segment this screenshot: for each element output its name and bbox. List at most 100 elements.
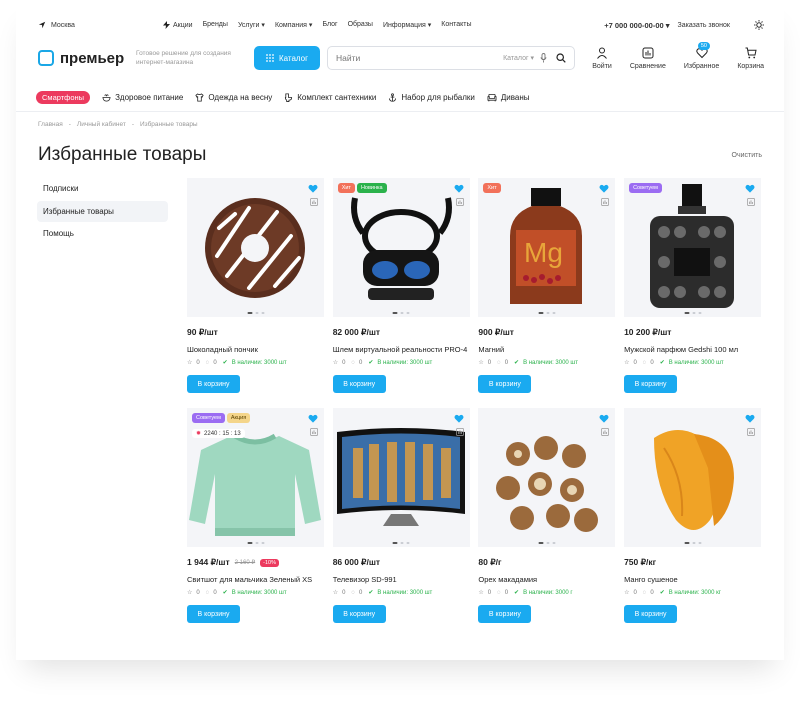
compare-bars-icon[interactable] [455, 198, 464, 206]
rating-star-icon: ☆ [332, 360, 339, 366]
favorite-heart-icon[interactable] [454, 184, 464, 193]
review-count: 0 [650, 589, 654, 596]
top-nav-company[interactable]: Компания ▾ [275, 21, 313, 29]
product-image[interactable] [624, 408, 762, 547]
product-name[interactable]: Орех макадамия [478, 575, 615, 584]
product-image[interactable]: Mg Хит [478, 178, 616, 317]
image-pagination[interactable] [247, 312, 264, 314]
phone-number[interactable]: +7 000 000-00-00 ▾ [604, 21, 669, 30]
product-card: Советуем 10 200 ₽/шт Мужской парфюм Geds… [624, 178, 762, 393]
quick-link-healthy-food[interactable]: Здоровое питание [102, 93, 183, 102]
breadcrumb-separator: - [68, 121, 71, 128]
add-to-cart-button[interactable]: В корзину [187, 605, 240, 623]
add-to-cart-button[interactable]: В корзину [332, 605, 386, 623]
quick-link-smartphones[interactable]: Смартфоны [36, 90, 91, 104]
quick-link-fishing[interactable]: Набор для рыбалки [388, 93, 475, 102]
favorite-heart-icon[interactable] [745, 184, 755, 193]
city-selector[interactable]: Москва [38, 21, 163, 29]
product-name[interactable]: Телевизор SD-991 [333, 575, 470, 584]
favorite-heart-icon[interactable] [308, 184, 318, 193]
compare-button[interactable]: Сравнение [630, 47, 666, 70]
favorite-heart-icon[interactable] [308, 414, 318, 423]
logo[interactable]: премьер [38, 50, 136, 67]
compare-bars-icon[interactable] [747, 428, 756, 436]
add-to-cart-button[interactable]: В корзину [187, 375, 240, 393]
breadcrumb-current: Избранные товары [140, 121, 198, 128]
top-nav-services[interactable]: Услуги ▾ [238, 21, 265, 29]
product-name[interactable]: Шлем виртуальной реальности PRO-4 [333, 345, 470, 354]
add-to-cart-button[interactable]: В корзину [332, 375, 386, 393]
product-name[interactable]: Мужской парфюм Gedshi 100 мл [624, 345, 761, 354]
compare-bars-icon[interactable] [455, 428, 464, 436]
compare-bars-icon[interactable] [310, 428, 318, 436]
image-pagination[interactable] [392, 312, 410, 314]
top-nav-contacts[interactable]: Контакты [441, 21, 471, 29]
product-name[interactable]: Манго сушеное [624, 575, 761, 584]
image-pagination[interactable] [247, 542, 264, 544]
product-price-row: 90 ₽/шт [187, 327, 324, 338]
cart-icon [745, 47, 757, 58]
add-to-cart-button[interactable]: В корзину [624, 375, 678, 393]
favorite-heart-icon[interactable] [745, 414, 755, 423]
search-input[interactable] [336, 53, 504, 63]
cart-button[interactable]: Корзина [737, 47, 764, 70]
callback-link[interactable]: Заказать звонок [678, 22, 730, 29]
compare-bars-icon[interactable] [601, 198, 610, 206]
product-image[interactable]: Хит Новинка [332, 178, 470, 317]
favorites-button[interactable]: 50 Избранное [684, 41, 719, 70]
sidebar-item-subscriptions[interactable]: Подписки [37, 178, 168, 199]
compare-bars-icon[interactable] [747, 198, 756, 206]
image-pagination[interactable] [392, 542, 410, 544]
in-stock-check-icon: ✔ [222, 360, 228, 366]
product-image[interactable]: Советуем Акция ✹ 2240 : 15 : 13 [187, 408, 324, 547]
quick-link-plumbing[interactable]: Комплект сантехники [284, 93, 376, 102]
top-nav-looks[interactable]: Образы [348, 21, 373, 29]
top-nav-info[interactable]: Информация ▾ [383, 21, 431, 29]
search-scope-select[interactable]: Каталог ▾ [503, 54, 534, 62]
microphone-icon[interactable] [540, 53, 547, 63]
top-nav-brands[interactable]: Бренды [203, 21, 228, 29]
product-meta: ☆ 0 ◌ 0 ✔ В наличии: 3000 г [478, 589, 615, 597]
catalog-button[interactable]: Каталог [254, 46, 320, 70]
product-meta: ☆ 0 ◌ 0 ✔ В наличии: 3000 шт [478, 359, 615, 367]
product-image[interactable] [478, 408, 616, 547]
quick-link-spring-clothes[interactable]: Одежда на весну [195, 93, 272, 102]
rating-value: 0 [342, 359, 346, 366]
favorite-heart-icon[interactable] [454, 414, 464, 423]
top-nav-blog[interactable]: Блог [322, 21, 337, 29]
sidebar-item-help[interactable]: Помощь [37, 223, 168, 244]
favorite-heart-icon[interactable] [599, 414, 609, 423]
product-price: 1 944 ₽/шт [187, 557, 230, 567]
product-price-row: 750 ₽/кг [624, 557, 761, 568]
add-to-cart-button[interactable]: В корзину [624, 605, 678, 623]
review-icon: ◌ [497, 589, 501, 596]
top-nav-promo[interactable]: Акции [163, 21, 193, 29]
product-photo-tv [336, 428, 465, 526]
image-pagination[interactable] [684, 312, 702, 314]
rating-value: 0 [487, 589, 492, 596]
search-icon[interactable] [556, 53, 566, 63]
product-image[interactable] [187, 178, 324, 317]
breadcrumb-account[interactable]: Личный кабинет [77, 121, 126, 128]
breadcrumb-home[interactable]: Главная [38, 121, 63, 128]
login-button[interactable]: Войти [592, 47, 612, 70]
favorite-heart-icon[interactable] [599, 184, 609, 193]
product-badge: Советуем [192, 413, 225, 423]
compare-bars-icon[interactable] [601, 428, 610, 436]
product-image[interactable] [332, 408, 470, 547]
add-to-cart-button[interactable]: В корзину [478, 605, 532, 623]
image-pagination[interactable] [684, 542, 702, 544]
image-pagination[interactable] [538, 542, 556, 544]
product-name[interactable]: Магний [478, 345, 615, 354]
clear-favorites-button[interactable]: Очистить [732, 152, 762, 159]
theme-toggle-icon[interactable] [754, 20, 764, 30]
add-to-cart-button[interactable]: В корзину [478, 375, 532, 393]
image-pagination[interactable] [538, 312, 556, 314]
compare-bars-icon[interactable] [310, 198, 318, 206]
quick-link-sofas[interactable]: Диваны [487, 93, 530, 102]
logo-icon [38, 50, 54, 66]
sidebar-item-favorites[interactable]: Избранные товары [37, 200, 168, 222]
product-image[interactable]: Советуем [624, 178, 762, 317]
product-name[interactable]: Шоколадный пончик [187, 345, 324, 354]
product-name[interactable]: Свитшот для мальчика Зеленый XS [187, 575, 324, 584]
